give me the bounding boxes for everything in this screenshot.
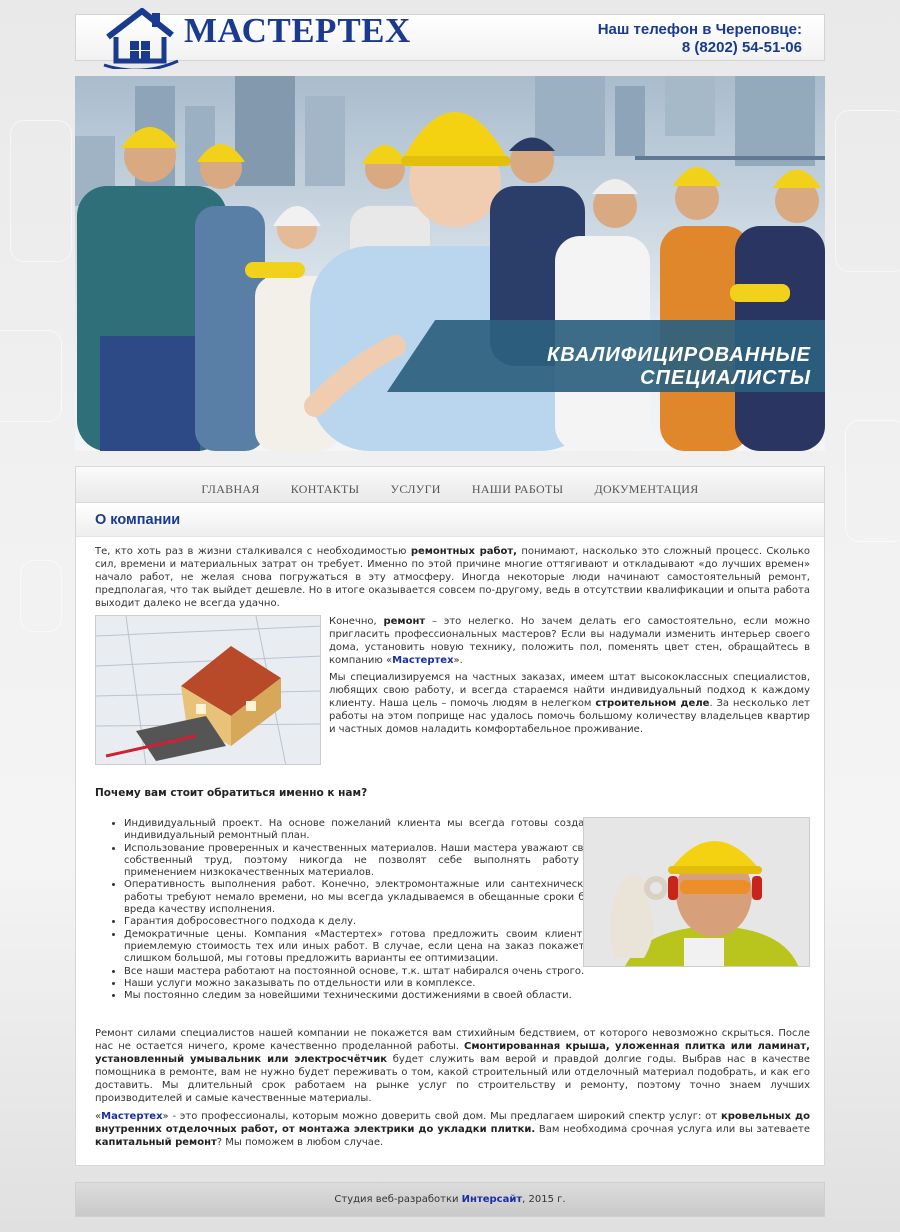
- site-logo[interactable]: МАСТЕРТЕХ: [102, 7, 410, 69]
- hero-banner: КВАЛИФИЦИРОВАННЫЕ СПЕЦИАЛИСТЫ: [75, 76, 825, 451]
- nav-item-works[interactable]: НАШИ РАБОТЫ: [472, 482, 563, 496]
- p2-text-d: ».: [453, 655, 463, 666]
- paragraph-2: Конечно, ремонт – это нелегко. Но зачем …: [329, 615, 810, 667]
- worker-helmet-picture: [584, 818, 809, 966]
- list-item: Гарантия добросовестного подхода к делу.: [124, 916, 596, 928]
- intro-bold: ремонтных работ,: [410, 546, 517, 557]
- list-item: Оперативность выполнения работ. Конечно,…: [124, 879, 596, 916]
- why-us-heading: Почему вам стоит обратиться именно к нам…: [95, 787, 368, 799]
- p2-text-a: Конечно,: [329, 616, 384, 627]
- list-item: Мы постоянно следим за новейшими техниче…: [124, 990, 596, 1002]
- p5-text-b: » - это профессионалы, которым можно дов…: [162, 1111, 721, 1122]
- nav-item-documentation[interactable]: ДОКУМЕНТАЦИЯ: [594, 482, 698, 496]
- nav-item-services[interactable]: УСЛУГИ: [391, 482, 441, 496]
- p5-text-d: Вам необходима срочная услуга или вы зат…: [535, 1124, 810, 1135]
- list-item: Наши услуги можно заказывать по отдельно…: [124, 978, 596, 990]
- footer-prefix: Студия веб-разработки: [334, 1194, 462, 1205]
- intro-text-a: Те, кто хоть раз в жизни сталкивался с н…: [95, 546, 411, 557]
- p2-bold: ремонт: [383, 616, 426, 627]
- p3-bold: строительном деле: [595, 698, 710, 709]
- banner-caption-text: КВАЛИФИЦИРОВАННЫЕ СПЕЦИАЛИСТЫ: [546, 344, 811, 389]
- p5-bold-repair: капитальный ремонт: [95, 1137, 217, 1148]
- workers-group-image: [77, 112, 825, 451]
- paragraph-3: Мы специализируемся на частных заказах, …: [329, 671, 810, 736]
- content-panel: ГЛАВНАЯ КОНТАКТЫ УСЛУГИ НАШИ РАБОТЫ ДОКУ…: [75, 466, 825, 1166]
- p5-text-f: ? Мы поможем в любом случае.: [216, 1137, 384, 1148]
- house-logo-icon: [103, 8, 179, 69]
- reasons-list: Индивидуальный проект. На основе пожелан…: [104, 818, 596, 1002]
- paragraph-5: «Мастертех» - это профессионалы, которым…: [95, 1110, 810, 1149]
- list-item: Использование проверенных и качественных…: [124, 843, 596, 880]
- nav-item-contacts[interactable]: КОНТАКТЫ: [291, 482, 360, 496]
- main-nav: ГЛАВНАЯ КОНТАКТЫ УСЛУГИ НАШИ РАБОТЫ ДОКУ…: [76, 467, 824, 503]
- phone-label: Наш телефон в Череповце:: [597, 21, 802, 38]
- page-title: О компании: [95, 512, 181, 528]
- phone-number: 8 (8202) 54-51-06: [681, 39, 802, 56]
- intro-paragraph: Те, кто хоть раз в жизни сталкивался с н…: [95, 545, 810, 610]
- list-item: Демократичные цены. Компания «Мастертех»…: [124, 929, 596, 966]
- brand-name: Мастертех: [392, 655, 454, 666]
- list-item: Все наши мастера работают на постоянной …: [124, 966, 596, 978]
- banner-caption: КВАЛИФИЦИРОВАННЫЕ СПЕЦИАЛИСТЫ: [387, 320, 825, 392]
- house-blueprint-image: [95, 615, 321, 765]
- nav-item-home[interactable]: ГЛАВНАЯ: [201, 482, 259, 496]
- worker-ok-gesture-image: [583, 817, 810, 967]
- phone-block: Наш телефон в Череповце: 8 (8202) 54-51-…: [598, 21, 802, 57]
- footer-text: Студия веб-разработки Интерсайт, 2015 г.: [76, 1183, 824, 1205]
- list-item: Индивидуальный проект. На основе пожелан…: [124, 818, 596, 843]
- site-header: МАСТЕРТЕХ Наш телефон в Череповце: 8 (82…: [75, 8, 825, 69]
- house-model-picture: [96, 616, 320, 764]
- footer-suffix: , 2015 г.: [522, 1194, 566, 1205]
- brand-name: Мастертех: [101, 1111, 163, 1122]
- page-title-bar: О компании: [76, 503, 824, 537]
- site-footer: Студия веб-разработки Интерсайт, 2015 г.: [75, 1182, 825, 1217]
- footer-studio-link[interactable]: Интерсайт: [462, 1194, 523, 1205]
- logo-text: МАСТЕРТЕХ: [184, 11, 411, 50]
- paragraph-4: Ремонт силами специалистов нашей компани…: [95, 1027, 810, 1105]
